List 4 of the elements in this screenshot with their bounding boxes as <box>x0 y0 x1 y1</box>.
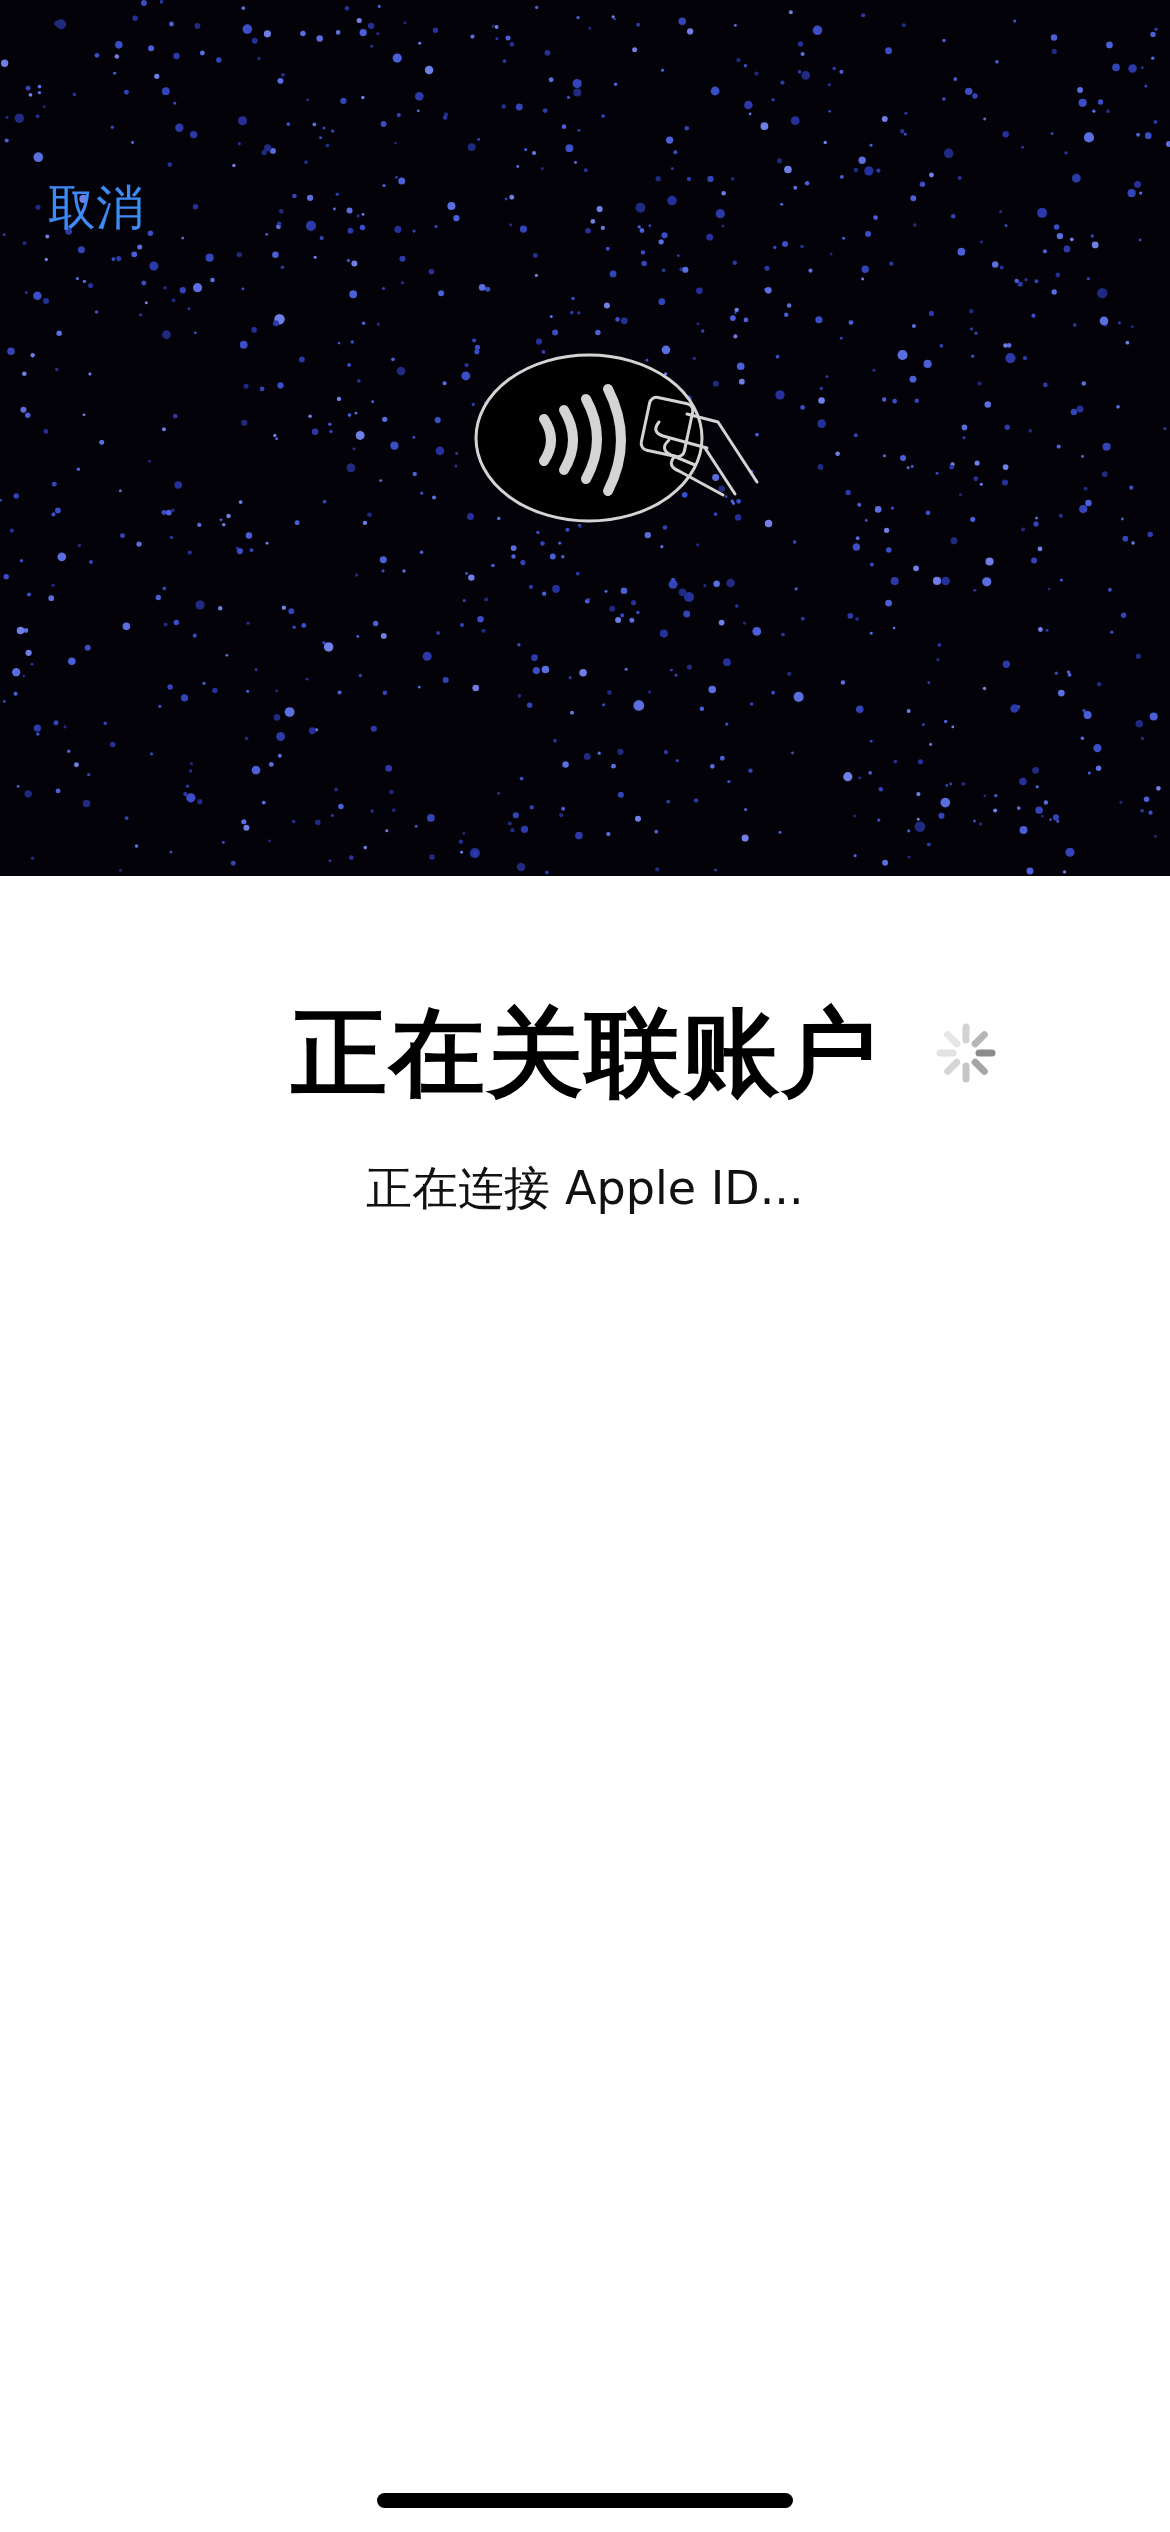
home-indicator[interactable] <box>377 2493 793 2508</box>
status-message: 正在连接 Apple ID... <box>366 1161 804 1216</box>
page-title: 正在关联账户 <box>291 998 879 1108</box>
cancel-button[interactable]: 取消 <box>48 178 144 236</box>
